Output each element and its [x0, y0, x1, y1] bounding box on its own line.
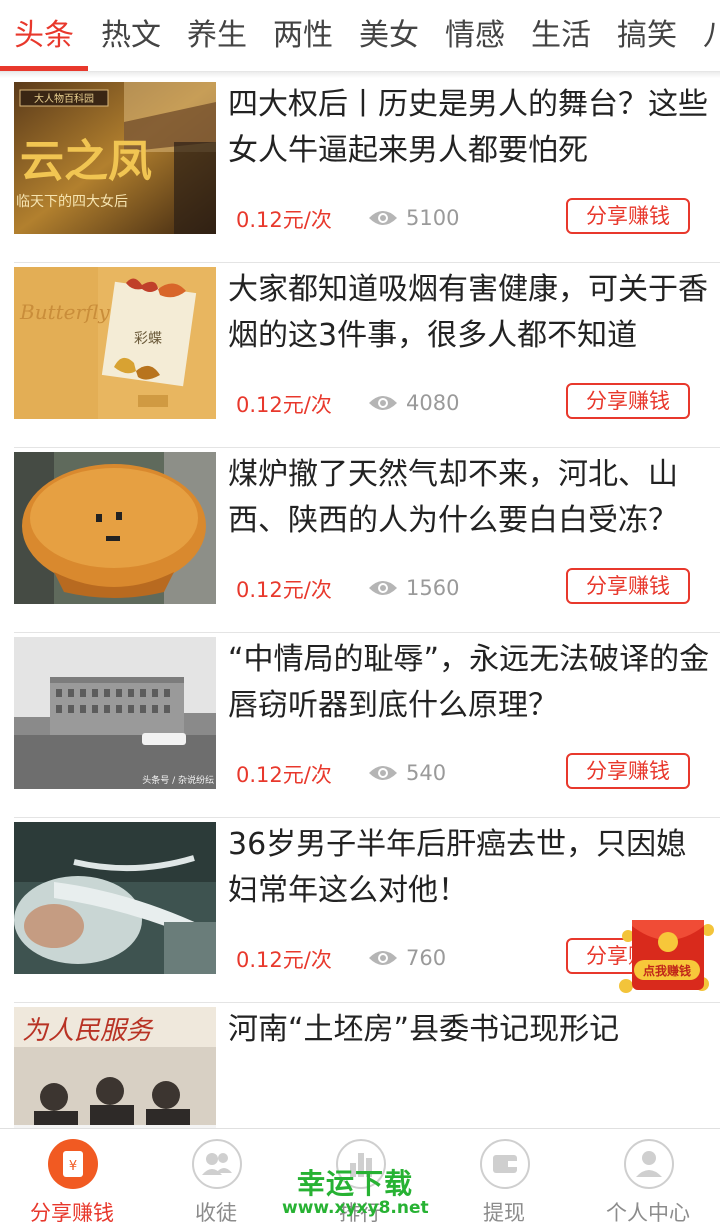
category-tab-bar: 头条 热文 养生 两性 美女 情感 生活 搞笑 八 — [0, 0, 720, 72]
article-price: 0.12元/次 — [236, 763, 332, 787]
article-thumbnail: Butterfly 彩蝶 — [14, 267, 216, 419]
nav-profile[interactable]: 个人中心 — [576, 1129, 720, 1229]
thumbnail-caption: 临天下的四大女后 — [16, 193, 128, 210]
thumbnail-caption: 头条号 / 杂说纷纭 — [142, 774, 214, 786]
eye-icon — [369, 766, 397, 780]
withdraw-wallet-icon — [480, 1139, 530, 1189]
article-item[interactable]: Butterfly 彩蝶 大家都知道吸烟有害健康，可关于香烟的这3件事，很多人都… — [0, 263, 720, 448]
view-count-value: 1560 — [406, 576, 460, 600]
eye-icon — [369, 581, 397, 595]
article-title[interactable]: 36岁男子半年后肝癌去世，只因媳妇常年这么对他！ — [228, 822, 716, 914]
thumbnail-badge-text: 彩蝶 — [134, 331, 162, 347]
person-icon — [624, 1139, 674, 1189]
share-earn-button[interactable]: 分享赚钱 — [566, 198, 690, 234]
thumbnail-banner-text: 大人物百科园 — [34, 92, 94, 105]
nav-withdraw[interactable]: 提现 — [432, 1129, 576, 1229]
nav-label: 收徒 — [195, 1201, 237, 1225]
tab-health[interactable]: 养生 — [187, 14, 247, 58]
tab-emotion[interactable]: 情感 — [445, 14, 505, 58]
tab-life[interactable]: 生活 — [531, 14, 591, 58]
view-count: 1560 — [368, 576, 459, 600]
tab-headlines[interactable]: 头条 — [14, 14, 74, 58]
active-tab-indicator — [0, 66, 88, 71]
eye-icon — [369, 951, 397, 965]
tab-gossip[interactable]: 八 — [703, 14, 720, 58]
view-count-value: 4080 — [406, 391, 460, 415]
tab-funny[interactable]: 搞笑 — [617, 14, 677, 58]
watermark-url: www.xyxy8.net — [282, 1198, 429, 1218]
nav-disciples[interactable]: 收徒 — [144, 1129, 288, 1229]
view-count-value: 760 — [406, 946, 447, 970]
article-item[interactable]: 大人物百科园 云之凤 临天下的四大女后 四大权后丨历史是男人的舞台？这些女人牛逼… — [0, 78, 720, 263]
nav-label: 分享赚钱 — [30, 1201, 114, 1225]
thumbnail-brand-text: Butterfly — [19, 300, 110, 324]
share-earn-button[interactable]: 分享赚钱 — [566, 753, 690, 789]
wallet-icon: ¥ — [48, 1139, 98, 1189]
article-thumbnail: 头条号 / 杂说纷纭 — [14, 637, 216, 789]
view-count: 540 — [368, 761, 446, 785]
article-feed: 大人物百科园 云之凤 临天下的四大女后 四大权后丨历史是男人的舞台？这些女人牛逼… — [0, 78, 720, 1188]
nav-share-earn[interactable]: ¥ 分享赚钱 — [0, 1129, 144, 1229]
svg-text:¥: ¥ — [69, 1159, 77, 1174]
nav-label: 个人中心 — [606, 1201, 690, 1225]
view-count-value: 5100 — [406, 206, 460, 230]
article-thumbnail: 大人物百科园 云之凤 临天下的四大女后 — [14, 82, 216, 234]
share-earn-button[interactable]: 分享赚钱 — [566, 383, 690, 419]
view-count: 5100 — [368, 206, 459, 230]
earn-red-envelope-button[interactable]: 点我赚钱 — [612, 906, 720, 998]
article-price: 0.12元/次 — [236, 948, 332, 972]
view-count: 4080 — [368, 391, 459, 415]
thumbnail-title-text: 云之凤 — [20, 136, 152, 187]
article-thumbnail — [14, 822, 216, 974]
article-item[interactable]: 头条号 / 杂说纷纭 “中情局的耻辱”，永远无法破译的金唇窃听器到底什么原理？ … — [0, 633, 720, 818]
article-title[interactable]: “中情局的耻辱”，永远无法破译的金唇窃听器到底什么原理？ — [228, 637, 716, 729]
red-envelope-label: 点我赚钱 — [643, 963, 691, 978]
tab-relationships[interactable]: 两性 — [273, 14, 333, 58]
view-count-value: 540 — [406, 761, 447, 785]
thumbnail-banner-text: 为人民服务 — [22, 1016, 154, 1046]
article-title[interactable]: 河南“土坯房”县委书记现形记 — [228, 1007, 716, 1053]
tab-beauty[interactable]: 美女 — [359, 14, 419, 58]
users-icon — [192, 1139, 242, 1189]
eye-icon — [369, 396, 397, 410]
article-price: 0.12元/次 — [236, 208, 332, 232]
view-count: 760 — [368, 946, 446, 970]
eye-icon — [369, 211, 397, 225]
article-title[interactable]: 煤炉撤了天然气却不来，河北、山西、陕西的人为什么要白白受冻？ — [228, 452, 716, 544]
article-thumbnail — [14, 452, 216, 604]
article-item[interactable]: 煤炉撤了天然气却不来，河北、山西、陕西的人为什么要白白受冻？ 0.12元/次 1… — [0, 448, 720, 633]
watermark-title: 幸运下载 — [297, 1167, 414, 1200]
nav-label: 提现 — [483, 1201, 525, 1225]
article-title[interactable]: 大家都知道吸烟有害健康，可关于香烟的这3件事，很多人都不知道 — [228, 267, 716, 359]
article-price: 0.12元/次 — [236, 393, 332, 417]
share-earn-button[interactable]: 分享赚钱 — [566, 568, 690, 604]
article-price: 0.12元/次 — [236, 578, 332, 602]
article-title[interactable]: 四大权后丨历史是男人的舞台？这些女人牛逼起来男人都要怕死 — [228, 82, 716, 174]
tab-hot-articles[interactable]: 热文 — [101, 14, 161, 58]
